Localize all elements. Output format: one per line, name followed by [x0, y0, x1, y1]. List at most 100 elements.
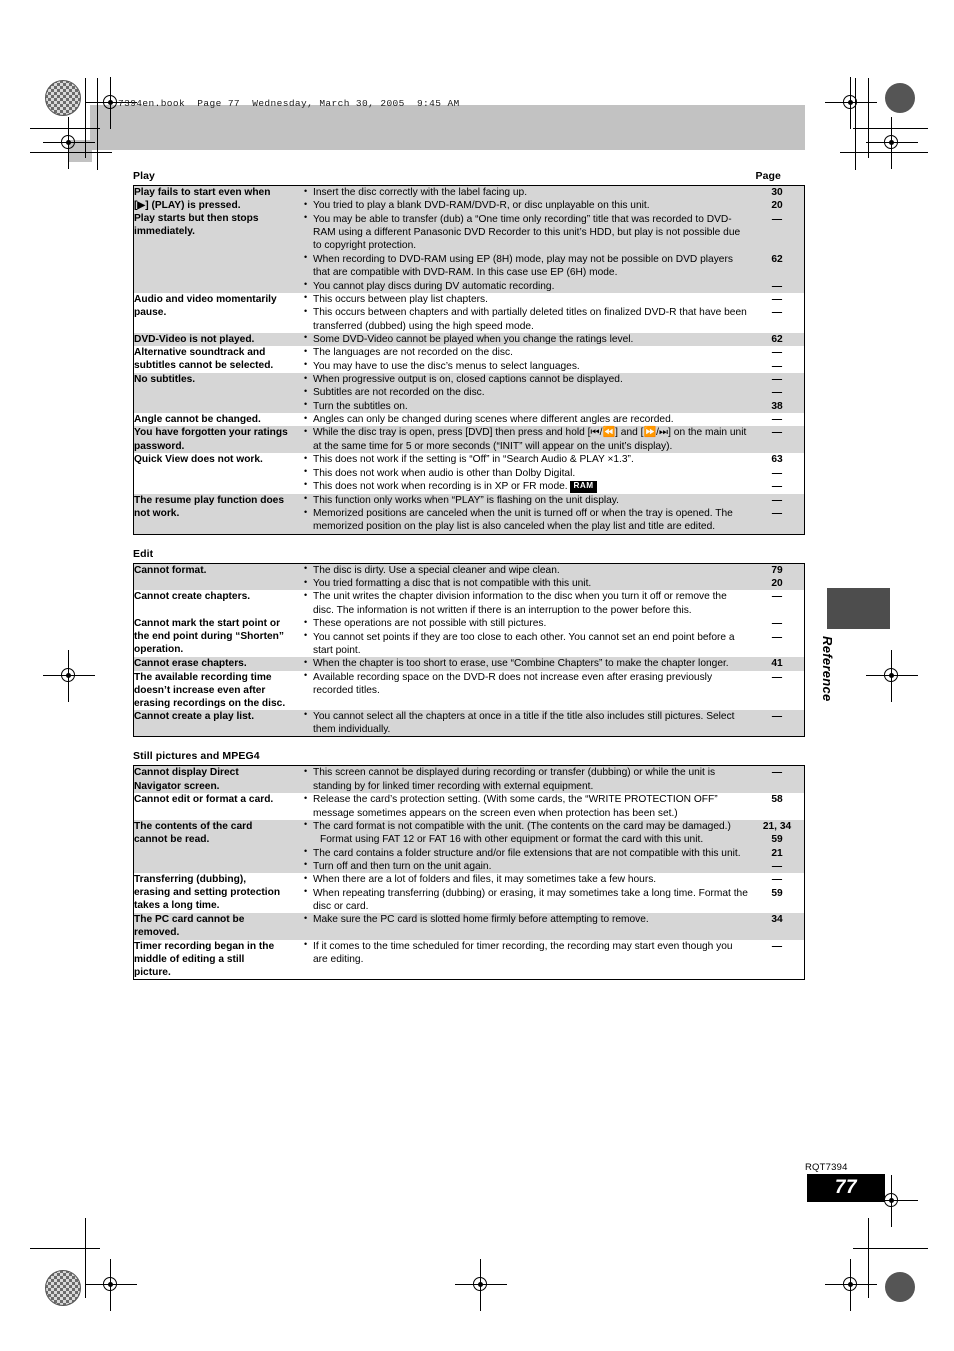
checkpoint-item: When progressive output is on, closed ca…	[304, 373, 750, 386]
page-reference: —	[771, 860, 783, 872]
page-reference-cell: —	[750, 670, 805, 710]
checkpoint-text: You cannot play discs during DV automati…	[313, 280, 555, 292]
table-row: The PC card cannot beremoved. Make sure t…	[133, 913, 805, 940]
table-row: Transferring (dubbing), erasing and setti…	[133, 873, 805, 914]
print-file-header: 7394en.book Page 77 Wednesday, March 30,…	[118, 98, 460, 109]
symptom-line: Navigator screen.	[134, 780, 220, 792]
checkpoint-text: The disc is dirty. Use a special cleaner…	[313, 564, 560, 576]
table-row: Alternative soundtrack and subtitles cann…	[133, 346, 805, 374]
checkpoint-text: Insert the disc correctly with the label…	[313, 187, 528, 198]
crop-mark-v-left-outer	[85, 78, 87, 158]
symptom-line: cannot be read.	[134, 833, 210, 845]
page-reference-cell: 58	[750, 793, 805, 820]
symptom-line: The PC card cannot be	[134, 914, 245, 926]
symptom-cell: Cannot format.	[133, 563, 304, 591]
symptom-cell: Cannot erase chapters.	[133, 657, 304, 671]
page-reference-cell: —	[750, 765, 805, 794]
checkpoint-text: Memorized positions are canceled when th…	[313, 508, 733, 533]
page-reference-cell: — —	[750, 493, 805, 535]
page-reference: —	[771, 710, 783, 722]
symptom-cell: Angle cannot be changed.	[133, 413, 304, 427]
registration-dot-bottom-right	[885, 1272, 915, 1302]
checkpoints-cell: This occurs between play list chapters. T…	[304, 292, 750, 333]
checkpoints-cell: Some DVD-Video cannot be played when you…	[304, 332, 750, 347]
registration-target-mid-left	[43, 650, 95, 702]
table-row: Audio and video momentarilypause.This oc…	[133, 292, 805, 333]
page-reference: —	[771, 767, 783, 779]
checkpoints-cell: Angles can only be changed during scenes…	[304, 413, 750, 427]
crop-mark-h-right-outer	[853, 128, 928, 130]
page-reference: 58	[771, 794, 783, 806]
crop-mark-v-left-bottom	[85, 1218, 87, 1298]
symptom-cell: Cannot display Direct Navigator screen.	[133, 765, 304, 794]
checkpoint-item: You cannot select all the chapters at on…	[304, 709, 750, 737]
checkpoint-item: Make sure the PC card is slotted home fi…	[304, 913, 750, 926]
symptom-line: password.	[134, 440, 185, 452]
page-reference: —	[771, 631, 783, 643]
table-row: DVD-Video is not played. Some DVD-Video c…	[133, 332, 805, 347]
symptom-line: Cannot erase chapters.	[134, 658, 247, 670]
disc-type-badge: RAM	[570, 480, 597, 494]
checkpoints-cell: The card format is not compatible with t…	[304, 819, 750, 874]
checkpoint-text: Subtitles are not recorded on the disc.	[313, 387, 485, 399]
checkpoint-item: Angles can only be changed during scenes…	[304, 413, 750, 426]
checkpoint-text: Make sure the PC card is slotted home fi…	[313, 914, 649, 926]
symptom-cell: The PC card cannot be removed.	[133, 913, 304, 940]
symptom-line: immediately.	[134, 226, 195, 238]
crop-mark-h-right-inner	[840, 152, 928, 154]
symptom-line: Transferring (dubbing),	[134, 874, 247, 886]
page-reference-cell: — —	[750, 346, 805, 374]
page-reference: —	[771, 213, 783, 225]
symptom-line: Quick View does not work.	[134, 454, 263, 466]
page-reference: —	[771, 494, 783, 506]
checkpoint-text: Release the card’s protection setting. (…	[313, 794, 718, 819]
table-row: Cannot edit or format a card. Release the…	[133, 793, 805, 820]
checkpoints-cell: The languages are not recorded on the di…	[304, 346, 750, 374]
page-reference-cell: 30 20—62—	[750, 185, 805, 293]
symptom-line: not work.	[134, 507, 180, 519]
symptom-line: Timer recording began in the	[134, 940, 275, 952]
symptom-line: picture.	[134, 966, 171, 978]
table-row: You have forgotten your ratings password.…	[133, 426, 805, 454]
checkpoint-text: The languages are not recorded on the di…	[313, 347, 513, 359]
model-code: RQT7394	[805, 1162, 848, 1173]
crop-mark-v-right-outer	[868, 78, 870, 158]
symptom-cell: Cannot create chapters. Cannot mark the …	[133, 590, 304, 658]
checkpoint-text: This occurs between play list chapters.	[313, 293, 488, 305]
checkpoints-cell: Make sure the PC card is slotted home fi…	[304, 913, 750, 940]
checkpoint-item: The disc is dirty. Use a special cleaner…	[304, 563, 750, 577]
symptom-line: doesn’t increase even after	[134, 684, 266, 696]
checkpoints-cell: The unit writes the chapter division inf…	[304, 590, 750, 658]
checkpoint-text: When the chapter is too short to erase, …	[313, 658, 729, 670]
page-reference: —	[771, 307, 783, 319]
checkpoint-text: This occurs between chapters and with pa…	[313, 307, 747, 332]
checkpoint-item: When there are a lot of folders and file…	[304, 873, 750, 886]
checkpoint-text: You tried formatting a disc that is not …	[313, 578, 592, 590]
registration-target-bottom-center	[455, 1259, 507, 1311]
checkpoint-item: You cannot set points if they are too cl…	[304, 630, 750, 658]
checkpoint-item: Release the card’s protection setting. (…	[304, 793, 750, 820]
page-reference: 62	[771, 333, 783, 345]
page-reference: —	[771, 360, 783, 372]
checkpoint-text: When repeating transferring (dubbing) or…	[313, 887, 748, 913]
checkpoint-text: Format using FAT 12 or FAT 16 with other…	[320, 834, 704, 846]
checkpoint-text: This function only works when “PLAY” is …	[313, 494, 619, 506]
checkpoint-text: The card format is not compatible with t…	[313, 820, 731, 832]
symptom-line: Alternative soundtrack and	[134, 347, 266, 359]
symptom-line: operation.	[134, 643, 184, 655]
page-reference: —	[771, 671, 783, 683]
checkpoint-item: If it comes to the time scheduled for ti…	[304, 939, 750, 967]
page-reference-cell: — —38	[750, 373, 805, 414]
table-row: The available recording time doesn’t incr…	[133, 670, 805, 710]
registration-target-bottom-left-a	[85, 1259, 137, 1311]
checkpoint-item: Turn off and then turn on the unit again…	[304, 859, 750, 873]
checkpoints-cell: Insert the disc correctly with the label…	[304, 185, 750, 293]
checkpoints-cell: When progressive output is on, closed ca…	[304, 373, 750, 414]
symptom-cell: The available recording time doesn’t incr…	[133, 670, 304, 710]
checkpoint-item: This does not work if the setting is “Of…	[304, 453, 750, 466]
checkpoint-text: Turn the subtitles on.	[313, 400, 408, 412]
symptom-cell: Transferring (dubbing), erasing and setti…	[133, 873, 304, 914]
section-tab-block	[827, 588, 890, 629]
page-reference-cell: 41	[750, 657, 805, 671]
crop-mark-v-left-inner	[97, 78, 99, 170]
